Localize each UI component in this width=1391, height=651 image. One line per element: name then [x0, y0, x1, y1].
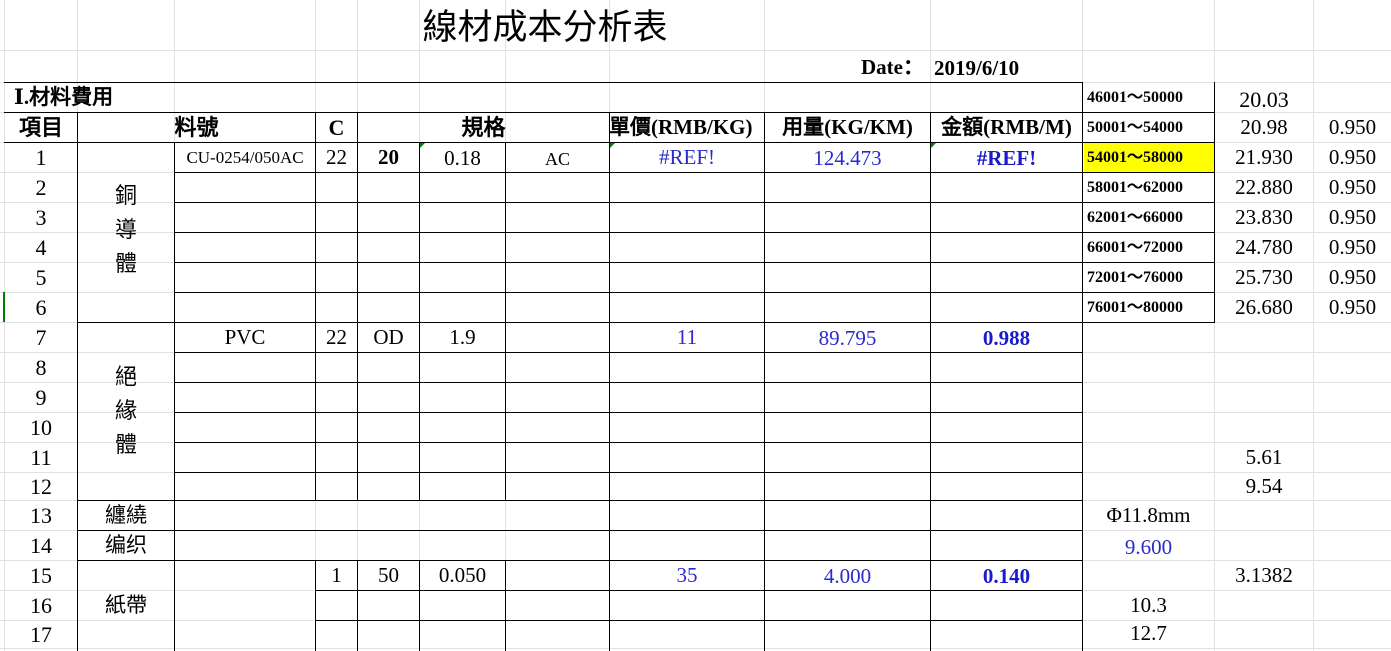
- price-range-factor[interactable]: 0.950: [1314, 173, 1391, 202]
- row-number: 8: [35, 354, 47, 380]
- header-item: 項目: [18, 114, 63, 140]
- row-number: 6: [35, 294, 47, 320]
- amount-cell[interactable]: 0.988: [931, 323, 1082, 354]
- row-number: 5: [35, 264, 47, 290]
- side-value-cell[interactable]: 10.3: [1083, 591, 1214, 620]
- row-number: 15: [30, 562, 52, 588]
- spec2-cell[interactable]: 0.18: [420, 143, 505, 174]
- unit-price-cell[interactable]: #REF!: [610, 143, 764, 172]
- insulation-label: 絕 緣 體: [78, 361, 174, 463]
- price-range-value[interactable]: 24.780: [1215, 233, 1313, 262]
- row-number: 10: [30, 414, 52, 440]
- spec1-cell[interactable]: 50: [358, 561, 419, 590]
- side-value-cell[interactable]: 3.1382: [1215, 561, 1313, 590]
- price-range-label[interactable]: 58001～62000: [1087, 173, 1214, 202]
- header-part-no: 料號: [174, 114, 219, 140]
- price-range-value[interactable]: 20.98: [1215, 113, 1313, 142]
- row-number: 4: [35, 234, 47, 260]
- price-range-label[interactable]: 76001～80000: [1087, 293, 1214, 322]
- date-label: Date：: [861, 54, 924, 79]
- price-range-value[interactable]: 25.730: [1215, 263, 1313, 292]
- price-range-factor[interactable]: 0.950: [1314, 233, 1391, 262]
- braid-label: 编织: [105, 533, 147, 557]
- price-range-label[interactable]: 72001～76000: [1087, 263, 1214, 292]
- part-no-cell[interactable]: PVC: [175, 323, 315, 352]
- sheet-title: 線材成本分析表: [422, 7, 668, 48]
- spec3-cell[interactable]: AC: [506, 143, 609, 174]
- row-number: 9: [35, 384, 47, 410]
- side-value-cell[interactable]: 9.54: [1215, 473, 1313, 500]
- amount-cell[interactable]: #REF!: [931, 143, 1082, 174]
- price-range-label[interactable]: 54001～58000: [1087, 143, 1214, 172]
- unit-price-cell[interactable]: 35: [610, 561, 764, 590]
- price-range-label[interactable]: 50001～54000: [1087, 113, 1214, 142]
- c-cell[interactable]: 22: [316, 143, 357, 172]
- usage-cell[interactable]: 89.795: [765, 323, 930, 354]
- side-value-cell[interactable]: 5.61: [1215, 443, 1313, 472]
- header-c: C: [328, 114, 345, 140]
- wrap-label: 纏繞: [105, 503, 147, 527]
- price-range-value[interactable]: 26.680: [1215, 293, 1313, 322]
- c-cell[interactable]: 22: [316, 323, 357, 352]
- usage-cell[interactable]: 124.473: [765, 143, 930, 174]
- paper-tape-label: 紙帶: [105, 593, 147, 617]
- group-char: 導: [114, 218, 137, 243]
- row-number: 16: [30, 592, 52, 618]
- group-char: 絕: [114, 365, 137, 390]
- price-range-value[interactable]: 20.03: [1215, 85, 1313, 114]
- c-cell[interactable]: 1: [316, 561, 357, 590]
- price-range-factor[interactable]: 0.950: [1314, 113, 1391, 142]
- group-char: 緣: [114, 399, 137, 424]
- diameter-cell[interactable]: Φ11.8mm: [1083, 501, 1214, 530]
- spec2-cell[interactable]: 0.050: [420, 561, 505, 590]
- unit-price-cell[interactable]: 11: [610, 323, 764, 352]
- price-range-value[interactable]: 23.830: [1215, 203, 1313, 232]
- side-value-cell[interactable]: 12.7: [1083, 619, 1214, 648]
- row-number: 1: [35, 144, 47, 170]
- header-unit-price: 單價(RMB/KG): [609, 115, 753, 139]
- amount-cell[interactable]: 0.140: [931, 561, 1082, 592]
- row-number: 2: [35, 174, 47, 200]
- group-char: 銅: [114, 184, 137, 209]
- row-number: 7: [35, 324, 47, 350]
- date-value: 2019/6/10: [934, 55, 1020, 80]
- group-char: 體: [114, 433, 137, 458]
- section-label: Ⅰ.材料費用: [14, 85, 114, 109]
- price-range-factor[interactable]: 0.950: [1314, 203, 1391, 232]
- price-range-label[interactable]: 46001～50000: [1087, 83, 1214, 112]
- header-spec: 規格: [461, 114, 506, 140]
- usage-cell[interactable]: 4.000: [765, 561, 930, 592]
- row-number: 17: [30, 621, 52, 647]
- row-number: 14: [30, 532, 52, 558]
- price-range-factor[interactable]: 0.950: [1314, 293, 1391, 322]
- price-range-value[interactable]: 21.930: [1215, 143, 1313, 172]
- spec1-cell[interactable]: 20: [358, 143, 419, 172]
- price-range-value[interactable]: 22.880: [1215, 173, 1313, 202]
- copper-conductor-label: 銅 導 體: [78, 180, 174, 282]
- price-range-label[interactable]: 62001～66000: [1087, 203, 1214, 232]
- spec2-cell[interactable]: 1.9: [420, 323, 505, 352]
- header-usage: 用量(KG/KM): [782, 115, 913, 139]
- spec1-cell[interactable]: OD: [358, 323, 419, 352]
- side-value-cell[interactable]: 9.600: [1083, 533, 1214, 562]
- price-range-factor[interactable]: 0.950: [1314, 143, 1391, 172]
- price-range-factor[interactable]: 0.950: [1314, 263, 1391, 292]
- row-number: 11: [30, 444, 52, 470]
- row-number: 12: [30, 473, 52, 499]
- group-char: 體: [114, 252, 137, 277]
- price-range-label[interactable]: 66001～72000: [1087, 233, 1214, 262]
- part-no-cell[interactable]: CU-0254/050AC: [175, 143, 315, 172]
- row-number: 3: [35, 204, 47, 230]
- row-number: 13: [30, 502, 52, 528]
- header-amount: 金額(RMB/M): [941, 115, 1072, 139]
